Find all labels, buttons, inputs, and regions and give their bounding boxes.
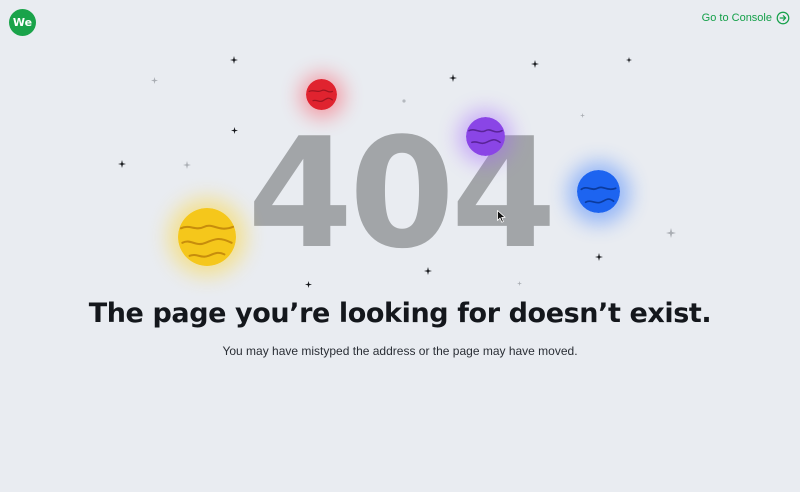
- illustration: 404: [0, 0, 800, 492]
- star-icon: [449, 74, 457, 82]
- star-icon: [626, 57, 632, 63]
- mouse-pointer-icon: [497, 210, 506, 223]
- blue-planet-icon: [577, 170, 620, 213]
- star-icon: [151, 77, 158, 84]
- star-icon: [402, 99, 406, 103]
- red-planet-icon: [306, 79, 337, 110]
- purple-planet-icon: [466, 117, 505, 156]
- go-to-console-label: Go to Console: [701, 12, 772, 24]
- logo[interactable]: We: [9, 9, 36, 36]
- star-icon: [231, 127, 238, 134]
- arrow-right-circle-icon: [776, 11, 790, 25]
- star-icon: [305, 281, 312, 288]
- star-icon: [595, 253, 603, 261]
- go-to-console-link[interactable]: Go to Console: [702, 10, 790, 26]
- yellow-planet-icon: [178, 208, 236, 266]
- star-icon: [580, 113, 585, 118]
- star-icon: [424, 267, 432, 275]
- star-icon: [531, 60, 539, 68]
- star-icon: [517, 281, 522, 286]
- page-title: The page you’re looking for doesn’t exis…: [88, 298, 712, 329]
- page-description: You may have mistyped the address or the…: [222, 344, 578, 358]
- star-icon: [666, 228, 676, 238]
- star-icon: [183, 161, 191, 169]
- star-icon: [230, 56, 238, 64]
- error-code: 404: [247, 105, 556, 282]
- star-icon: [118, 160, 126, 168]
